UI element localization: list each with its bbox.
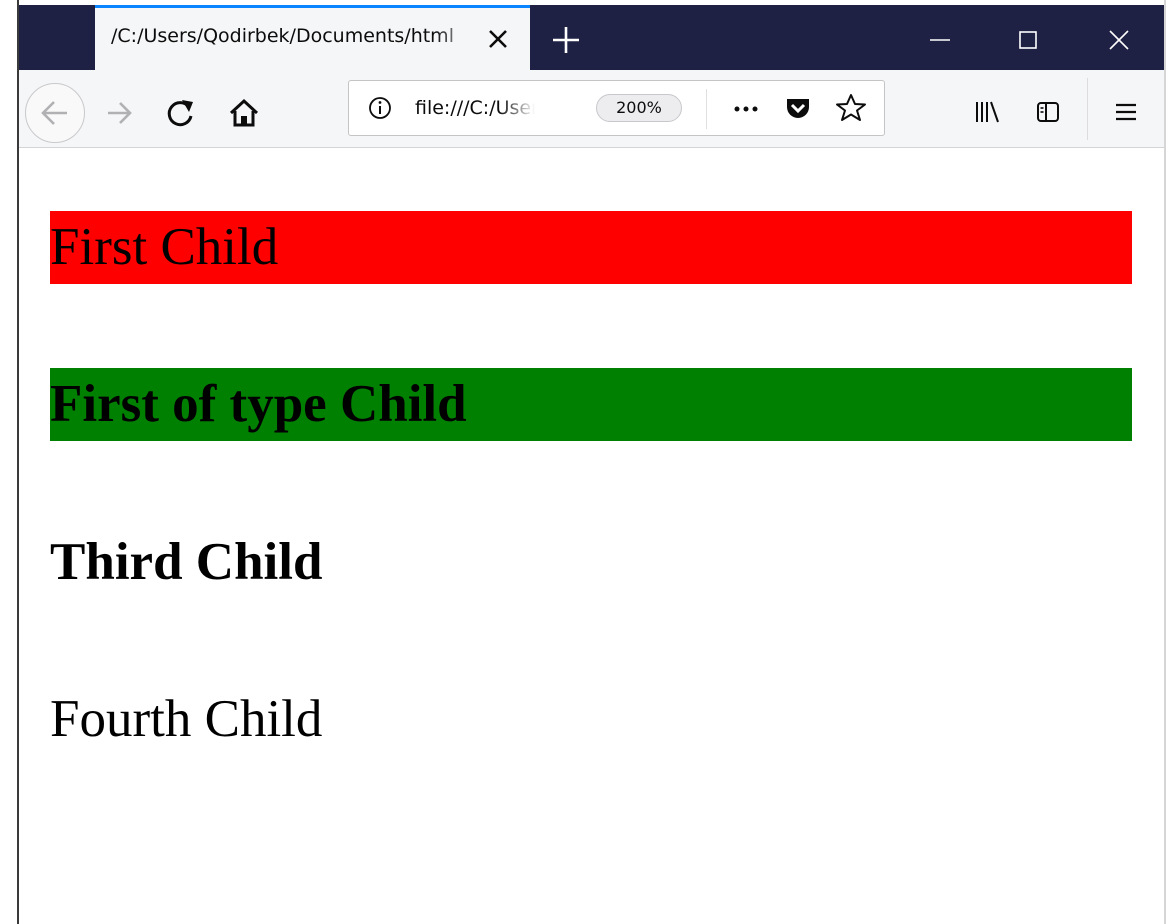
more-actions-icon[interactable] — [728, 93, 764, 123]
back-button[interactable] — [25, 83, 85, 143]
close-icon[interactable] — [483, 24, 513, 54]
url-bar[interactable]: file:///C:/Users 200% — [348, 80, 885, 136]
reload-button[interactable] — [162, 94, 200, 132]
forward-arrow-icon — [108, 102, 132, 124]
zoom-level-badge[interactable]: 200% — [596, 94, 682, 122]
hamburger-menu-icon[interactable] — [1108, 94, 1144, 130]
maximize-icon[interactable] — [1010, 22, 1046, 58]
back-arrow-icon — [41, 101, 67, 125]
url-text[interactable]: file:///C:/Users — [415, 97, 535, 119]
pocket-icon[interactable] — [782, 92, 814, 124]
fourth-child-paragraph: Fourth Child — [50, 690, 323, 748]
first-of-type-child-heading: First of type Child — [50, 368, 1132, 441]
active-tab[interactable]: /C:/Users/Qodirbek/Documents/html — [95, 5, 530, 70]
sidebar-icon[interactable] — [1030, 94, 1066, 130]
reload-icon — [167, 100, 193, 127]
minimize-icon[interactable] — [922, 22, 958, 58]
toolbar-separator — [1087, 78, 1088, 140]
close-window-icon[interactable] — [1101, 22, 1137, 58]
home-icon — [229, 98, 259, 127]
forward-button[interactable] — [102, 95, 138, 131]
tab-title: /C:/Users/Qodirbek/Documents/html — [111, 25, 454, 47]
page-content: First Child First of type Child Third Ch… — [19, 148, 1164, 924]
star-icon[interactable] — [834, 91, 868, 125]
plus-icon[interactable] — [548, 22, 584, 58]
browser-window: /C:/Users/Qodirbek/Documents/html file:/… — [0, 0, 1174, 924]
window-right-border — [1164, 0, 1166, 924]
library-icon[interactable] — [968, 94, 1004, 130]
url-bar-separator — [706, 89, 707, 129]
home-button[interactable] — [224, 93, 264, 133]
info-icon[interactable] — [365, 93, 395, 123]
third-child-heading: Third Child — [50, 533, 323, 591]
first-child-paragraph: First Child — [50, 211, 1132, 284]
window-left-border — [17, 0, 19, 924]
